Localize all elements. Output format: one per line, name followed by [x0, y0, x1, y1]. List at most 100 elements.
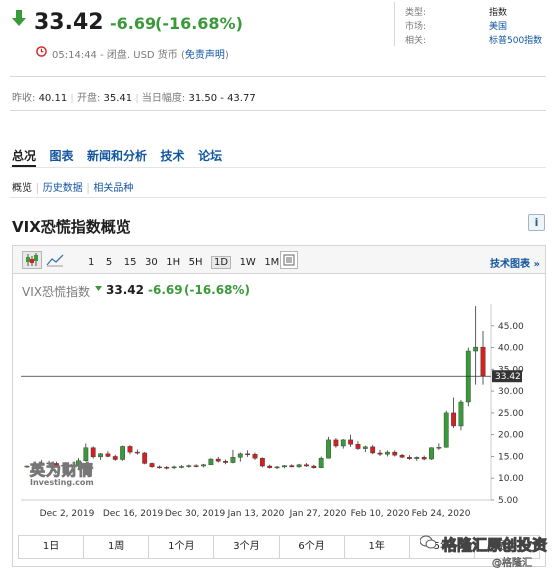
subtab-related-instruments[interactable]: 相关品种: [93, 183, 133, 194]
candle-down: [370, 446, 376, 454]
divider: [10, 76, 546, 77]
y-tick-label: 25.00: [498, 409, 524, 419]
candle-up: [24, 465, 30, 468]
related-value-link[interactable]: 标普500指数: [489, 33, 542, 46]
candle-up: [237, 453, 243, 458]
timeframe-1w[interactable]: 1W: [240, 257, 256, 268]
watermark-brand: 英为财情: [29, 461, 95, 480]
candle-up: [296, 464, 302, 468]
chart-price: 33.42: [106, 283, 144, 297]
candle-up: [282, 465, 287, 468]
candle-down: [267, 465, 273, 468]
candle-down: [223, 461, 228, 463]
subtab-historical-data[interactable]: 历史数据: [43, 183, 83, 194]
divider: [10, 197, 546, 198]
timeframe-1min[interactable]: 1: [88, 257, 94, 268]
candle-up: [326, 439, 331, 459]
timeframe-1m[interactable]: 1M: [264, 257, 279, 268]
timeframe-15min[interactable]: 15: [124, 257, 137, 268]
stats-row: 昨收: 40.11 | 开盘: 35.41 | 当日幅度: 31.50 - 43…: [12, 93, 256, 104]
disclaimer-link[interactable]: 免责声明: [185, 50, 225, 61]
x-tick-label: Feb 24, 2020: [412, 509, 471, 519]
candle-up: [186, 465, 192, 467]
divider: [10, 167, 546, 168]
candle-down: [193, 465, 199, 467]
candle-down: [112, 456, 118, 460]
timeframe-buttons: 1 5 15 30 1H 5H 1D 1W 1M: [88, 255, 279, 269]
candle-down: [355, 444, 361, 449]
chart-settings-icon[interactable]: [280, 251, 298, 269]
related-label: 相关:: [405, 36, 427, 46]
candlestick-chart[interactable]: 45.0040.0035.0030.0025.0020.0015.0010.00…: [13, 300, 545, 528]
timeframe-1d[interactable]: 1D: [211, 256, 232, 269]
divider: [10, 110, 546, 111]
x-tick-label: Dec 30, 2019: [165, 509, 226, 519]
candle-down: [164, 467, 170, 469]
prev-close-value: 40.11: [38, 93, 68, 104]
last-price-label: 33.42: [495, 372, 521, 382]
candle-down: [421, 457, 427, 460]
market-status: - 闭盘.: [100, 50, 131, 61]
candle-up: [436, 447, 442, 449]
candle-down: [348, 439, 354, 445]
candle-down: [156, 466, 162, 469]
wechat-icon: [419, 535, 437, 552]
tab-technical[interactable]: 技术: [161, 149, 185, 163]
y-tick-label: 30.00: [498, 387, 524, 397]
candlestick-type-icon[interactable]: [22, 251, 42, 269]
candle-down: [142, 452, 148, 464]
market-label: 市场:: [405, 22, 427, 32]
chart-change: -6.69: [148, 283, 183, 297]
y-tick-label: 20.00: [498, 431, 524, 441]
candle-down: [399, 454, 405, 458]
candle-down: [451, 412, 456, 427]
x-tick-label: Dec 2, 2019: [40, 509, 95, 519]
currency: USD 货币: [133, 50, 178, 61]
candle-down: [480, 346, 486, 377]
y-tick-label: 15.00: [498, 452, 524, 462]
candle-up: [208, 458, 214, 465]
tab-forum[interactable]: 论坛: [198, 149, 222, 163]
prev-close-label: 昨收:: [12, 93, 36, 104]
y-tick-label: 45.00: [498, 322, 524, 332]
technical-chart-link[interactable]: 技术图表 »: [490, 255, 540, 270]
tab-news-analysis[interactable]: 新闻和分析: [87, 149, 147, 163]
type-label: 类型:: [405, 8, 427, 18]
price-change-percent: (-16.68%): [155, 14, 243, 33]
candle-up: [98, 453, 103, 458]
period-1w[interactable]: 1周: [84, 536, 150, 558]
timeframe-5min[interactable]: 5: [106, 257, 112, 268]
candle-down: [407, 457, 412, 459]
day-range-label: 当日幅度:: [141, 93, 186, 104]
period-1m[interactable]: 1个月: [149, 536, 215, 558]
subtab-summary[interactable]: 概览: [12, 183, 32, 194]
candle-up: [201, 464, 206, 467]
market-value-link[interactable]: 美国: [489, 19, 507, 32]
period-1d[interactable]: 1日: [19, 536, 85, 558]
candle-up: [179, 466, 184, 468]
period-6m[interactable]: 6个月: [280, 536, 345, 558]
candle-down: [259, 457, 265, 467]
last-price: 33.42: [34, 10, 104, 35]
x-tick-label: Jan 13, 2020: [227, 509, 285, 519]
candle-down: [311, 465, 317, 468]
main-tabs: 总况 图表 新闻和分析 技术 论坛: [12, 147, 222, 164]
timeframe-30min[interactable]: 30: [145, 257, 158, 268]
area-type-icon[interactable]: [46, 252, 64, 271]
period-3m[interactable]: 3个月: [214, 536, 280, 558]
period-1y[interactable]: 1年: [345, 536, 410, 558]
candle-down: [105, 453, 111, 457]
candle-down: [127, 446, 133, 453]
price-change: -6.69: [110, 14, 157, 33]
type-value: 指数: [489, 8, 508, 18]
y-tick-label: 10.00: [498, 474, 524, 484]
candle-up: [362, 446, 368, 449]
tab-chart[interactable]: 图表: [50, 149, 74, 163]
timeframe-1h[interactable]: 1H: [166, 257, 180, 268]
tab-overview[interactable]: 总况: [12, 149, 36, 163]
quote-status: 05:14:44 - 闭盘. USD 货币 (免责声明): [52, 46, 229, 61]
candle-down: [215, 458, 221, 462]
quote-time: 05:14:44: [52, 50, 97, 61]
timeframe-5h[interactable]: 5H: [189, 257, 203, 268]
info-icon[interactable]: i: [528, 214, 545, 231]
